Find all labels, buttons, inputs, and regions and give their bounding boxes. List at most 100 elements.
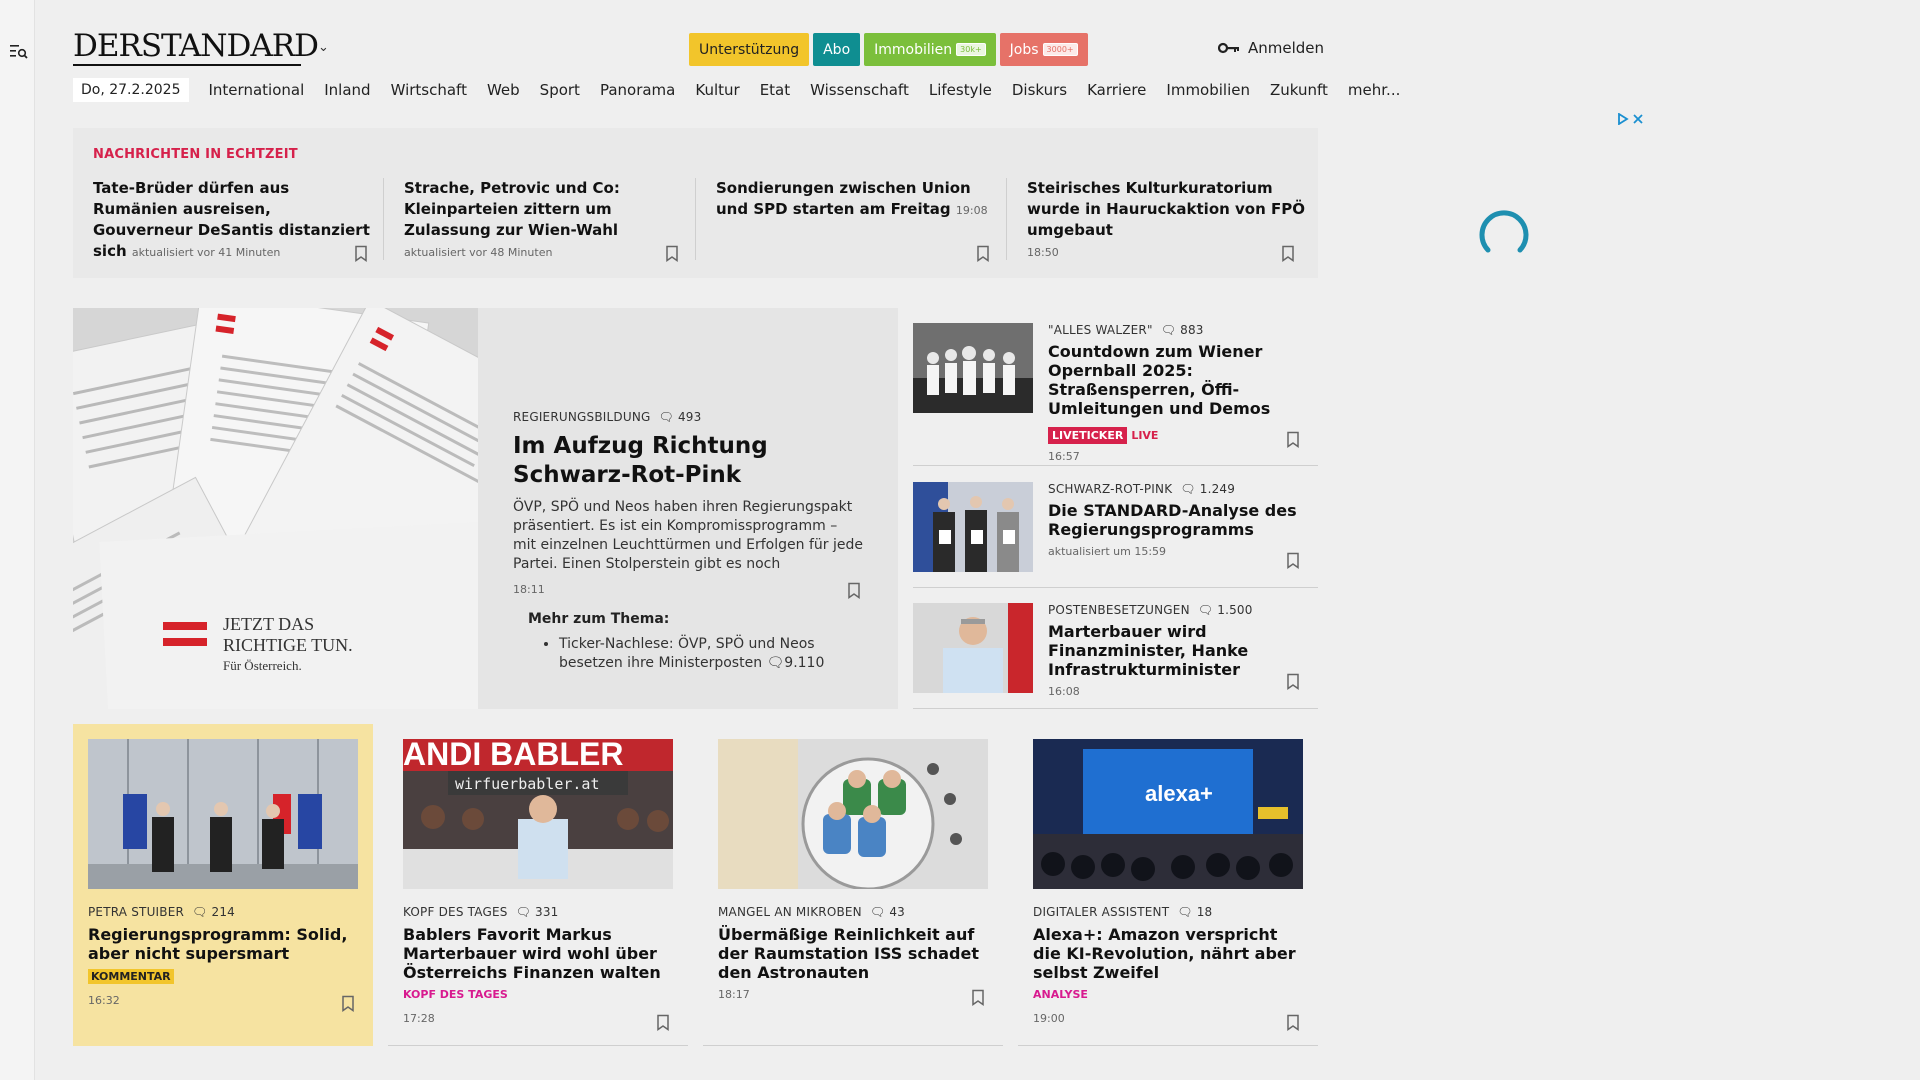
nav-item-web[interactable]: Web (477, 81, 530, 99)
nav-item-immobilien[interactable]: Immobilien (1156, 81, 1260, 99)
nav-item-zukunft[interactable]: Zukunft (1260, 81, 1338, 99)
bookmark-icon[interactable] (971, 989, 985, 1006)
nav-item-kultur[interactable]: Kultur (685, 81, 749, 99)
more-topic-comments: 9.110 (784, 655, 825, 671)
more-topic-heading: Mehr zum Thema: (528, 611, 670, 627)
side-article-image[interactable] (913, 323, 1033, 413)
abo-button[interactable]: Abo (813, 33, 861, 66)
ticker-item[interactable]: Tate-Brüder dürfen aus Rumänien ausreise… (93, 178, 373, 268)
key-icon (1218, 42, 1239, 54)
hero-image[interactable]: JETZT DAS RICHTIGE TUN. Für Österreich. (73, 308, 478, 709)
nav-item-international[interactable]: International (199, 81, 315, 99)
nav-item-inland[interactable]: Inland (314, 81, 380, 99)
bookmark-icon[interactable] (354, 245, 368, 262)
card-tag: ANALYSE (1033, 988, 1088, 1001)
support-button[interactable]: Unterstützung (689, 33, 810, 66)
side-kicker: POSTENBESETZUNGEN (1048, 603, 1190, 617)
bookmark-icon[interactable] (976, 245, 990, 262)
nav-item-more[interactable]: mehr... (1338, 81, 1410, 99)
side-comments: 1.249 (1199, 482, 1236, 496)
side-title[interactable]: Marterbauer wird Finanzminister, Hanke I… (1048, 622, 1318, 679)
ticker-item[interactable]: Strache, Petrovic und Co: Kleinparteien … (404, 178, 684, 268)
bookmark-icon[interactable] (656, 1014, 670, 1031)
immobilien-button[interactable]: Immobilien 30k+ (864, 33, 996, 66)
card-separator (388, 1045, 688, 1046)
bookmark-icon[interactable] (847, 582, 861, 599)
jobs-button[interactable]: Jobs 3000+ (999, 33, 1088, 66)
current-date: Do, 27.2.2025 (73, 78, 189, 102)
side-time: 16:08 (1048, 685, 1080, 698)
card-image[interactable] (718, 739, 988, 889)
card-image[interactable]: alexa+ (1033, 739, 1303, 889)
ticker-item[interactable]: Sondierungen zwischen Union und SPD star… (716, 178, 996, 268)
nav-item-panorama[interactable]: Panorama (590, 81, 685, 99)
card-image[interactable]: ANDI BABLER wirfuerbabler.at (403, 739, 673, 889)
card-time: 18:17 (718, 988, 750, 1001)
menu-search-icon[interactable] (10, 44, 28, 60)
ad-controls (1617, 113, 1644, 125)
nav-item-etat[interactable]: Etat (750, 81, 800, 99)
ticker-item-time: aktualisiert vor 48 Minuten (404, 246, 553, 259)
bookmark-icon[interactable] (1281, 245, 1295, 262)
hero-image-text: RICHTIGE TUN. (223, 635, 353, 655)
card-title[interactable]: Bablers Favorit Markus Marterbauer wird … (403, 925, 673, 982)
bookmark-icon[interactable] (665, 245, 679, 262)
nav-item-sport[interactable]: Sport (530, 81, 590, 99)
card-image[interactable] (88, 739, 358, 889)
side-article[interactable]: SCHWARZ-ROT-PINK 🗨 1.249 Die STANDARD-Ana… (913, 482, 1318, 587)
close-icon[interactable] (1632, 113, 1644, 125)
login-button[interactable]: Anmelden (1218, 39, 1324, 57)
comment-icon: 🗨 (1177, 905, 1193, 919)
ticker-item-time: aktualisiert vor 41 Minuten (131, 246, 281, 259)
card-title[interactable]: Regierungsprogramm: Solid, aber nicht su… (88, 925, 358, 963)
comment-icon: 🗨 (1180, 482, 1196, 496)
nav-item-wissenschaft[interactable]: Wissenschaft (800, 81, 919, 99)
side-article[interactable]: POSTENBESETZUNGEN 🗨 1.500 Marterbauer wir… (913, 603, 1318, 708)
hero-body: REGIERUNGSBILDUNG 🗨 493 Im Aufzug Richtun… (513, 410, 863, 673)
nav-item-lifestyle[interactable]: Lifestyle (919, 81, 1002, 99)
jobs-label: Jobs (1009, 41, 1039, 58)
bookmark-icon[interactable] (341, 995, 355, 1012)
live-news-ticker: NACHRICHTEN IN ECHTZEIT Tate-Brüder dürf… (73, 128, 1318, 278)
ticker-divider (695, 178, 696, 260)
hero-article[interactable]: JETZT DAS RICHTIGE TUN. Für Österreich. … (73, 308, 898, 709)
hero-comments: 493 (677, 410, 702, 424)
side-article[interactable]: "ALLES WALZER" 🗨 883 Countdown zum Wiener… (913, 323, 1318, 463)
article-card[interactable]: ANDI BABLER wirfuerbabler.at KOPF DES TA… (388, 724, 688, 1046)
card-title[interactable]: Übermäßige Reinlichkeit auf der Raumstat… (718, 925, 988, 982)
ticker-heading: NACHRICHTEN IN ECHTZEIT (93, 147, 298, 162)
nav-item-diskurs[interactable]: Diskurs (1002, 81, 1077, 99)
side-title[interactable]: Countdown zum Wiener Opernball 2025: Str… (1048, 342, 1318, 418)
comment-icon: 🗨 (658, 410, 674, 424)
article-card[interactable]: PETRA STUIBER 🗨 214 Regierungsprogramm: S… (73, 724, 373, 1046)
side-comments: 1.500 (1217, 603, 1253, 617)
article-card[interactable]: alexa+ DIGITALER ASSISTENT 🗨 18 Alexa+: A… (1018, 724, 1318, 1046)
side-article-image[interactable] (913, 482, 1033, 572)
chevron-down-icon[interactable]: ⌄ (318, 40, 329, 55)
nav-item-karriere[interactable]: Karriere (1077, 81, 1156, 99)
card-image-text: ANDI BABLER (403, 739, 623, 772)
ticker-item[interactable]: Steirisches Kulturkuratorium wurde in Ha… (1027, 178, 1307, 268)
bookmark-icon[interactable] (1286, 552, 1300, 569)
bookmark-icon[interactable] (1286, 431, 1300, 448)
side-kicker: "ALLES WALZER" (1048, 323, 1153, 337)
side-separator (913, 465, 1318, 466)
ad-choices-icon[interactable] (1617, 113, 1629, 125)
card-title[interactable]: Alexa+: Amazon verspricht die KI-Revolut… (1033, 925, 1303, 982)
card-time: 17:28 (403, 1012, 435, 1025)
comment-icon: 🗨 (1160, 323, 1177, 337)
nav-item-wirtschaft[interactable]: Wirtschaft (381, 81, 477, 99)
site-logo[interactable]: DERSTANDARD (73, 28, 319, 64)
bookmark-icon[interactable] (1286, 673, 1300, 690)
side-separator (913, 708, 1318, 709)
more-topic-item[interactable]: Ticker-Nachlese: ÖVP, SPÖ und Neos beset… (559, 635, 863, 673)
side-time: 16:57 (1048, 450, 1080, 463)
side-article-image[interactable] (913, 603, 1033, 693)
side-title[interactable]: Die STANDARD-Analyse des Regierungsprogr… (1048, 501, 1318, 539)
article-card[interactable]: MANGEL AN MIKROBEN 🗨 43 Übermäßige Reinli… (703, 724, 1003, 1046)
side-kicker: SCHWARZ-ROT-PINK (1048, 482, 1173, 496)
section-nav: Do, 27.2.2025 International Inland Wirts… (73, 78, 1410, 102)
top-button-bar: Unterstützung Abo Immobilien 30k+ Jobs 300… (689, 33, 1088, 66)
bookmark-icon[interactable] (1286, 1014, 1300, 1031)
hero-title[interactable]: Im Aufzug Richtung Schwarz-Rot-Pink (513, 432, 863, 490)
